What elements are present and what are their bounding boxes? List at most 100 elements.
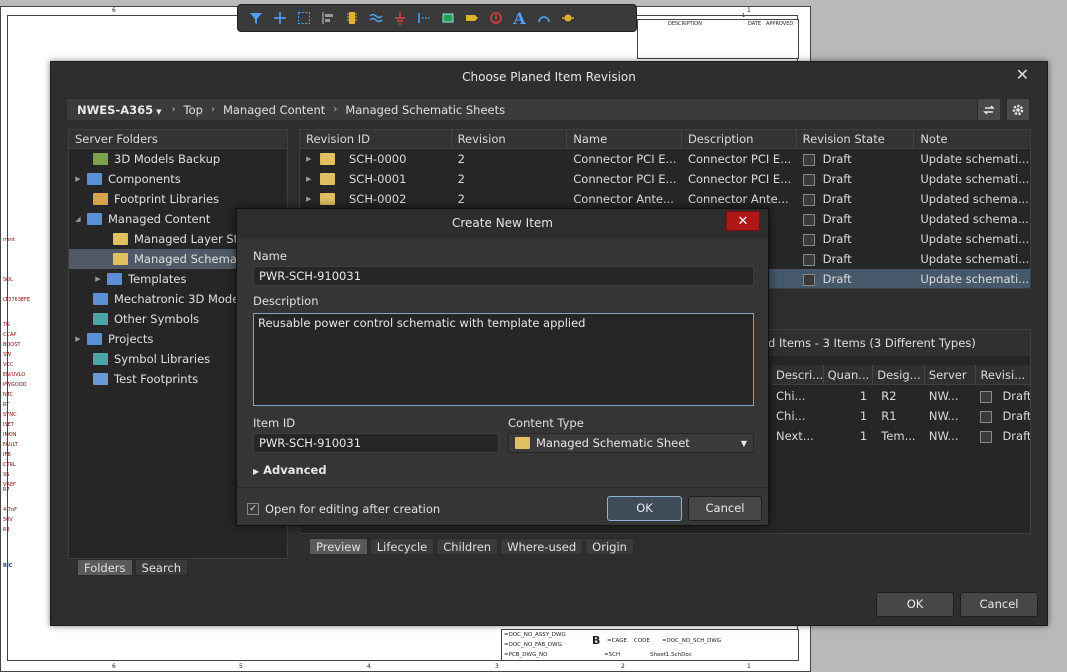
crosshair-icon[interactable] bbox=[268, 7, 291, 29]
cell-quantity: 1 bbox=[859, 409, 868, 423]
tab-where-used[interactable]: Where-used bbox=[500, 538, 584, 555]
cell-state: Draft bbox=[822, 172, 852, 186]
open-for-editing-checkbox[interactable]: ✓ Open for editing after creation bbox=[247, 502, 440, 516]
refresh-icon[interactable] bbox=[977, 98, 1001, 121]
title-block: =DOC_NO_ASSY_DWG =DOC_NO_FAB_DWG =PCB_DW… bbox=[501, 629, 799, 661]
folder-icon bbox=[93, 353, 108, 365]
tab-origin[interactable]: Origin bbox=[585, 538, 634, 555]
revision-header: DESCRIPTION bbox=[668, 21, 702, 27]
server-folders-header: Server Folders bbox=[69, 130, 287, 149]
folder-label: Test Footprints bbox=[114, 372, 199, 386]
detail-tabs: Preview Lifecycle Children Where-used Or… bbox=[309, 538, 634, 555]
column-header[interactable]: Description bbox=[682, 130, 797, 148]
cell-state: Draft bbox=[822, 152, 852, 166]
expand-arrow-icon[interactable]: ▶ bbox=[73, 335, 83, 343]
arc-icon[interactable] bbox=[532, 7, 555, 29]
bus-icon[interactable] bbox=[364, 7, 387, 29]
name-field[interactable]: PWR-SCH-910031 bbox=[253, 266, 754, 286]
column-header[interactable]: Name bbox=[567, 130, 682, 148]
column-header[interactable]: Quan... bbox=[824, 365, 874, 384]
folder-footprint-libraries[interactable]: Footprint Libraries bbox=[69, 189, 287, 209]
title-assy: =DOC_NO_ASSY_DWG bbox=[504, 632, 566, 638]
close-icon[interactable]: ✕ bbox=[726, 211, 760, 231]
advanced-toggle[interactable]: ▶ Advanced bbox=[253, 463, 327, 477]
folder-3d-models-backup[interactable]: 3D Models Backup bbox=[69, 149, 287, 169]
cancel-button[interactable]: Cancel bbox=[960, 592, 1038, 617]
cell-revision: 2 bbox=[457, 192, 465, 206]
server-selector[interactable]: NWES-A365 ▼ bbox=[67, 103, 172, 117]
table-row[interactable]: ▶ SCH-0001 2 Connector PCI E... Connecto… bbox=[300, 169, 1030, 189]
column-header[interactable]: Descri... bbox=[772, 365, 824, 384]
cell-description: Connector Ante... bbox=[687, 192, 789, 206]
column-header[interactable]: Desig... bbox=[873, 365, 925, 384]
tab-preview[interactable]: Preview bbox=[309, 538, 368, 555]
breadcrumb-item[interactable]: Top bbox=[176, 103, 211, 117]
harness-icon[interactable] bbox=[436, 7, 459, 29]
expand-arrow-icon[interactable]: ▶ bbox=[306, 149, 320, 169]
component-icon[interactable] bbox=[340, 7, 363, 29]
title-sch: =SCH bbox=[604, 652, 621, 658]
port-icon[interactable] bbox=[460, 7, 483, 29]
content-type-select[interactable]: Managed Schematic Sheet ▼ bbox=[508, 433, 754, 453]
ruler-zone: 1 bbox=[747, 7, 751, 14]
related-row[interactable]: Next... 1 Tem... NW... Draft bbox=[772, 426, 1030, 446]
cell-note: Update schemati... bbox=[920, 232, 1030, 246]
select-rect-icon[interactable] bbox=[292, 7, 315, 29]
column-header[interactable]: Revision ID bbox=[300, 130, 452, 148]
description-field[interactable]: Reusable power control schematic with te… bbox=[253, 313, 754, 406]
expand-arrow-icon[interactable]: ▶ bbox=[93, 275, 103, 283]
folder-icon bbox=[107, 273, 122, 285]
column-header[interactable]: Server bbox=[925, 365, 977, 384]
state-checkbox bbox=[802, 153, 815, 166]
expand-arrow-icon[interactable]: ▶ bbox=[73, 175, 83, 183]
expand-arrow-icon[interactable]: ▶ bbox=[306, 189, 320, 209]
title-sheet: Sheet1.SchDoc bbox=[650, 652, 692, 658]
align-icon[interactable] bbox=[316, 7, 339, 29]
tab-lifecycle[interactable]: Lifecycle bbox=[369, 538, 435, 555]
ok-button[interactable]: OK bbox=[876, 592, 954, 617]
tab-children[interactable]: Children bbox=[436, 538, 499, 555]
table-row[interactable]: ▶ SCH-0002 2 Connector Ante... Connector… bbox=[300, 189, 1030, 209]
tab-folders[interactable]: Folders bbox=[77, 559, 133, 576]
folder-icon bbox=[93, 193, 108, 205]
filter-icon[interactable] bbox=[244, 7, 267, 29]
related-row[interactable]: Chi... 1 R2 NW... Draft bbox=[772, 386, 1030, 406]
close-icon[interactable]: ✕ bbox=[1016, 65, 1029, 84]
related-header: Descri... Quan... Desig... Server Revisi… bbox=[772, 365, 1030, 385]
state-checkbox bbox=[802, 173, 815, 186]
create-new-item-dialog: Create New Item ✕ Name PWR-SCH-910031 De… bbox=[236, 208, 769, 526]
related-row[interactable]: Chi... 1 R1 NW... Draft bbox=[772, 406, 1030, 426]
tab-search[interactable]: Search bbox=[134, 559, 189, 576]
breadcrumb-item[interactable]: Managed Content bbox=[215, 103, 333, 117]
open-for-editing-label: Open for editing after creation bbox=[265, 502, 441, 516]
schematic-text: SOL bbox=[3, 277, 13, 283]
content-type-value: Managed Schematic Sheet bbox=[536, 436, 690, 450]
cancel-button[interactable]: Cancel bbox=[688, 496, 762, 521]
schematic-text: R7 bbox=[3, 487, 10, 493]
power-port-icon[interactable] bbox=[388, 7, 411, 29]
column-header[interactable]: Revision State bbox=[797, 130, 915, 148]
cell-quantity: 1 bbox=[859, 429, 868, 443]
schematic-text: SYNC bbox=[3, 412, 17, 418]
no-erc-icon[interactable] bbox=[484, 7, 507, 29]
column-header[interactable]: Note bbox=[914, 130, 1030, 148]
item-id-field[interactable]: PWR-SCH-910031 bbox=[253, 433, 499, 453]
column-header[interactable]: Revisi... bbox=[976, 365, 1030, 384]
schematic-text: R8 bbox=[3, 527, 10, 533]
ok-button[interactable]: OK bbox=[607, 496, 682, 521]
content-type-label: Content Type bbox=[508, 416, 584, 430]
text-icon[interactable]: A bbox=[508, 7, 531, 29]
cell-revision-id: SCH-0001 bbox=[349, 172, 407, 186]
table-row[interactable]: ▶ SCH-0000 2 Connector PCI E... Connecto… bbox=[300, 149, 1030, 169]
schematic-text: LT3763EFE bbox=[3, 297, 31, 303]
gear-icon[interactable] bbox=[1006, 98, 1030, 121]
expand-arrow-icon[interactable]: ▶ bbox=[306, 169, 320, 189]
probe-icon[interactable] bbox=[556, 7, 579, 29]
cell-designator: R2 bbox=[881, 389, 897, 403]
breadcrumb-item[interactable]: Managed Schematic Sheets bbox=[337, 103, 513, 117]
collapse-arrow-icon[interactable]: ◢ bbox=[73, 215, 83, 223]
column-header[interactable]: Revision bbox=[452, 130, 568, 148]
schematic-text: VCC bbox=[3, 362, 14, 368]
net-label-icon[interactable] bbox=[412, 7, 435, 29]
folder-components[interactable]: ▶ Components bbox=[69, 169, 287, 189]
